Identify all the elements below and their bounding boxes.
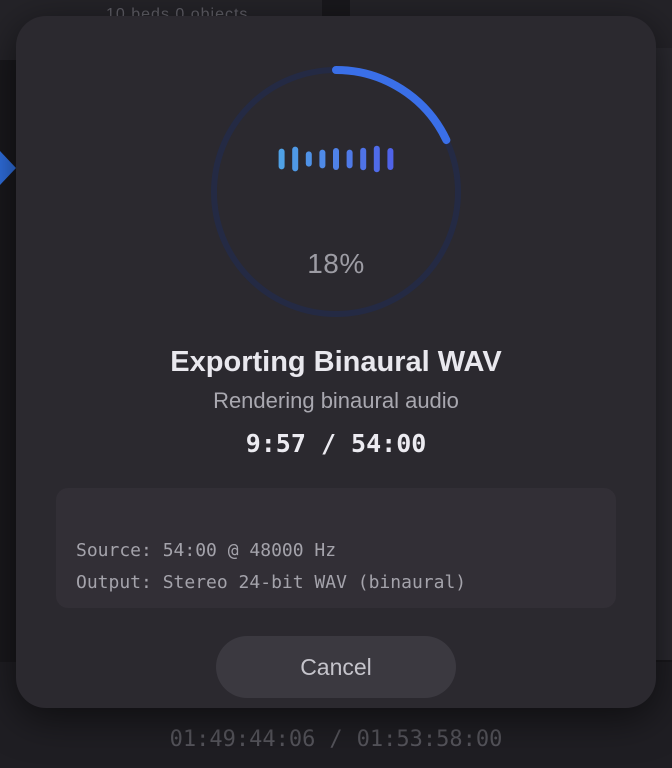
dialog-title: Exporting Binaural WAV: [170, 346, 502, 378]
background-scrollbar: [656, 48, 672, 660]
waveform-bar: [278, 148, 285, 170]
waveform-bar: [319, 149, 326, 169]
progress-ring-fill: [332, 66, 451, 145]
export-info-box: Source: 54:00 @ 48000 Hz Output: Stereo …: [56, 488, 616, 608]
timecode-total: 01:53:58:00: [356, 727, 503, 752]
waveform-bar: [373, 145, 380, 173]
waveform-bar: [346, 149, 353, 169]
background-timecode: 01:49:44:06 / 01:53:58:00: [0, 727, 672, 752]
progress-time: 9:57 / 54:00: [245, 429, 427, 458]
waveform-bar: [360, 147, 367, 171]
waveform-bar: [292, 146, 299, 172]
waveform-bar: [333, 148, 339, 170]
cancel-button[interactable]: Cancel: [216, 636, 456, 698]
timecode-current: 01:49:44:06: [169, 727, 316, 752]
timecode-separator: /: [329, 727, 343, 752]
waveform-bar: [387, 148, 394, 170]
progress-ring: [211, 66, 461, 317]
waveform-bar: [305, 151, 312, 167]
waveform-icon: [278, 145, 394, 173]
source-info: Source: 54:00 @ 48000 Hz: [76, 540, 337, 561]
chevron-right-icon: [0, 151, 16, 185]
progress-percent: 18%: [307, 248, 365, 279]
output-info: Output: Stereo 24-bit WAV (binaural): [76, 572, 467, 593]
export-progress-dialog: 18% Exporting Binaural WAV Rendering bin…: [16, 16, 656, 708]
dialog-subtitle: Rendering binaural audio: [213, 388, 459, 413]
